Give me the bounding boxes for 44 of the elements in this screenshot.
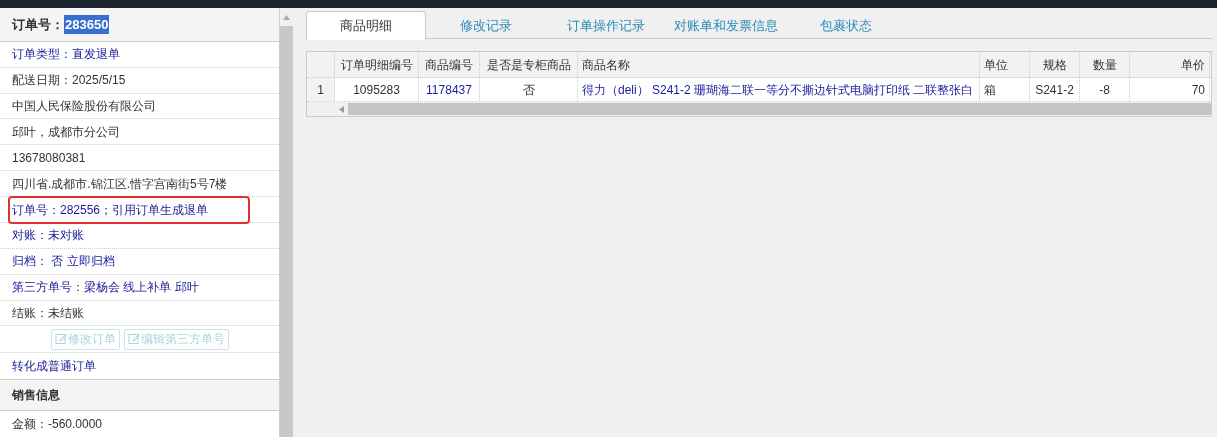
info-text: 中国人民保险股份有限公司 (11, 98, 157, 116)
table-cell: 70 (1130, 78, 1210, 101)
info-text: 邱叶，成都市分公司 (11, 123, 121, 141)
info-text: 配送日期：2025/5/15 (11, 72, 127, 90)
column-header: 数量 (1080, 52, 1130, 77)
info-link[interactable]: 订单号：282556；引用订单生成退单 (10, 197, 249, 222)
convert-order-link[interactable]: 转化成普通订单 (12, 357, 96, 376)
amount-text: 金额：-560.0000 (12, 416, 103, 433)
table-cell: 否 (480, 78, 578, 101)
tab[interactable]: 修改记录 (426, 11, 546, 40)
scroll-left-icon[interactable] (339, 105, 344, 113)
column-header: 商品名称 (578, 52, 980, 77)
table-cell: 1178437 (419, 78, 480, 101)
table-cell: 1095283 (335, 78, 419, 101)
tab[interactable]: 商品明细 (306, 11, 426, 40)
table-cell: S241-2 (1030, 78, 1080, 101)
column-header: 单价 (1130, 52, 1210, 77)
column-header: 是否是专柜商品 (480, 52, 578, 77)
column-header: 单位 (980, 52, 1030, 77)
tab[interactable]: 包裹状态 (786, 11, 906, 40)
tab[interactable]: 对账单和发票信息 (666, 11, 786, 40)
order-number-value: 283650 (64, 14, 110, 35)
info-link[interactable]: 对账：未对账 (10, 223, 86, 248)
column-header: 商品编号 (419, 52, 480, 77)
horizontal-scrollbar[interactable] (307, 102, 1211, 116)
info-link[interactable]: 第三方单号：梁杨会 线上补单 邱叶 (10, 275, 201, 300)
table-cell: -8 (1080, 78, 1130, 101)
table-cell: 箱 (980, 78, 1030, 101)
section-header: 销售信息 (0, 379, 279, 412)
info-link[interactable]: 归档： 否 立即归档 (10, 249, 117, 274)
info-text: 13678080381 (11, 149, 87, 167)
edit-icon (127, 333, 140, 346)
order-number-label: 订单号： (12, 15, 64, 34)
scrollbar[interactable] (280, 8, 293, 437)
scroll-up-icon[interactable] (283, 14, 290, 20)
row-number: 1 (307, 78, 335, 101)
info-link[interactable]: 订单类型：直发退单 (10, 42, 122, 67)
info-text: 结账：未结账 (11, 305, 85, 323)
column-header: 订单明细编号 (335, 52, 419, 77)
column-header: 规格 (1030, 52, 1080, 77)
tab[interactable]: 订单操作记录 (546, 11, 666, 40)
info-text: 四川省.成都市.锦江区.惜字宫南街5号7楼 (11, 175, 229, 193)
edit-icon (54, 333, 67, 346)
table-cell: 得力（deli） S241-2 珊瑚海二联一等分不撕边针式电脑打印纸 二联整张白 (578, 78, 980, 101)
